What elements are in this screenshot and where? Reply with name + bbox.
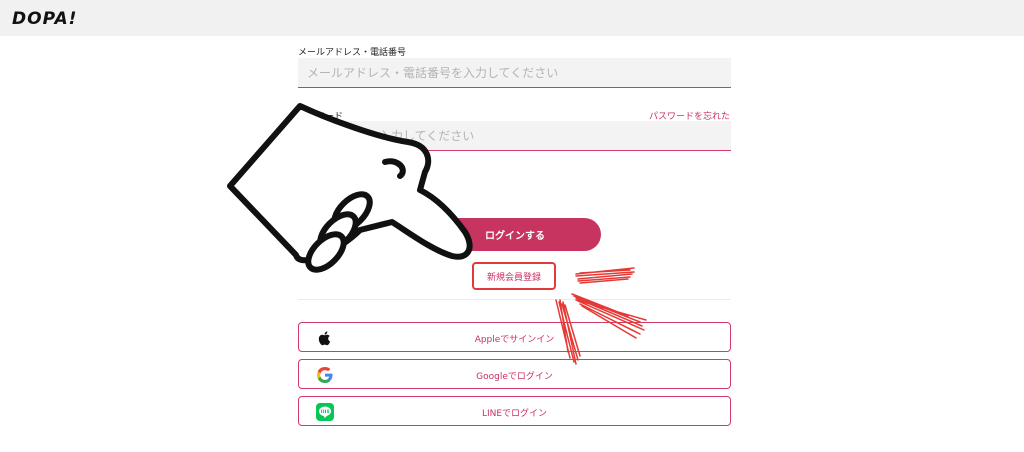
line-login-label: LINEでログイン xyxy=(481,409,548,419)
apple-signin-button[interactable]: Appleでサインイン xyxy=(298,322,731,352)
email-label: メールアドレス・電話番号 xyxy=(298,48,407,58)
apple-signin-label: Appleでサインイン xyxy=(474,335,555,345)
google-login-button[interactable]: Googleでログイン xyxy=(298,359,731,389)
register-link[interactable]: 新規会員登録 xyxy=(472,262,556,290)
email-input[interactable] xyxy=(298,58,731,88)
divider xyxy=(298,299,731,300)
top-bar: DOPA! xyxy=(0,0,1024,36)
dopa-logo[interactable]: DOPA! xyxy=(12,9,77,29)
password-input[interactable] xyxy=(298,121,731,151)
login-button[interactable]: ログインする xyxy=(429,218,601,251)
show-password-label[interactable]: パスワードを表示する xyxy=(321,166,411,179)
google-login-label: Googleでログイン xyxy=(476,372,553,382)
line-login-button[interactable]: LINEでログイン xyxy=(298,396,731,426)
show-password-checkbox[interactable] xyxy=(299,164,313,178)
